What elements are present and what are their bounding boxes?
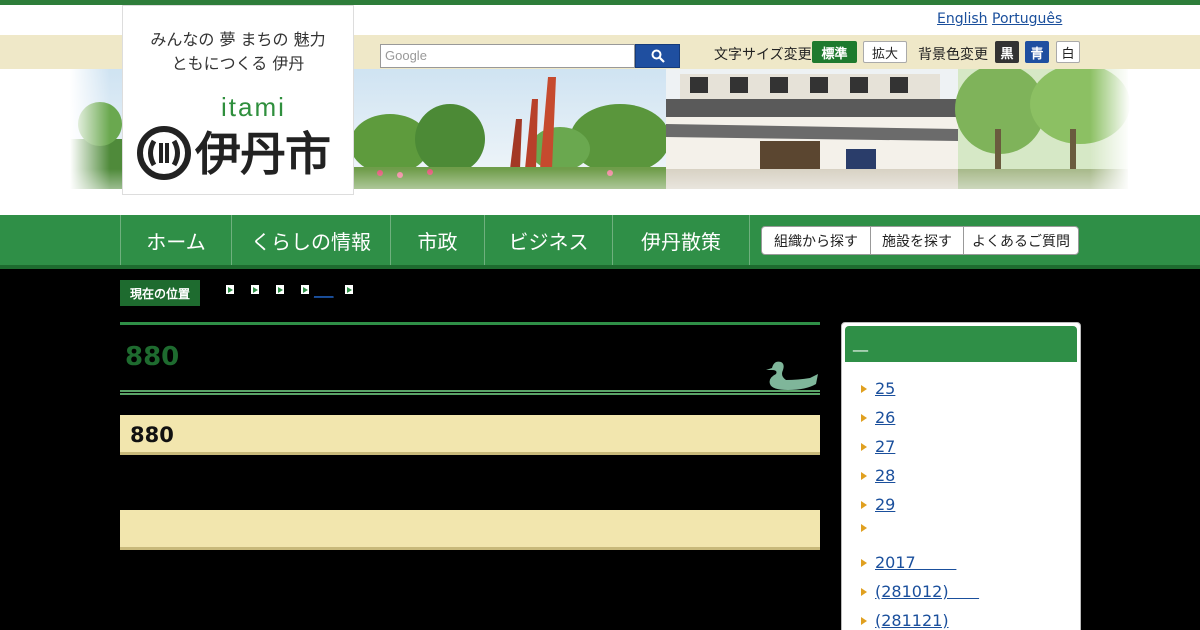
sidebar-link-label: 25: [875, 379, 896, 398]
bg-color-label: 背景色変更: [918, 47, 988, 63]
sidebar-link[interactable]: 26: [861, 408, 895, 427]
breadcrumb-current-link[interactable]: ___: [314, 284, 334, 299]
nav-home[interactable]: ホーム: [120, 215, 231, 265]
lang-english-link[interactable]: English: [937, 11, 988, 27]
triangle-bullet-icon: [861, 442, 867, 451]
sidebar-link[interactable]: (281121): [861, 611, 949, 630]
search-facilities-button[interactable]: 施設を探す: [870, 226, 964, 255]
breadcrumb-arrow-icon: [276, 285, 284, 294]
font-standard-button[interactable]: 標準: [812, 41, 857, 63]
sidebar-link-label: 2017: [875, 553, 957, 572]
sidebar-link[interactable]: [861, 524, 875, 532]
duck-icon: [766, 361, 818, 390]
slogan-line-2: ともにつくる 伊丹: [171, 54, 305, 73]
site-logo[interactable]: みんなの 夢 まちの 魅力 ともにつくる 伊丹 itami 伊丹市: [122, 5, 354, 195]
search-button[interactable]: [635, 44, 680, 68]
logo-city-name: 伊丹市: [195, 127, 331, 181]
bg-blue-button[interactable]: 青: [1025, 41, 1049, 63]
triangle-bullet-icon: [861, 471, 867, 480]
breadcrumb-arrow-icon: [226, 285, 234, 294]
search-by-organization-button[interactable]: 組織から探す: [761, 226, 871, 255]
slogan-line-1: みんなの 夢 まちの 魅力: [150, 30, 326, 49]
bg-black-button[interactable]: 黒: [995, 41, 1019, 63]
sidebar-link[interactable]: 2017: [861, 553, 956, 572]
title-top-rule: [120, 322, 820, 325]
sidebar-link[interactable]: 27: [861, 437, 895, 456]
sidebar-link[interactable]: 28: [861, 466, 895, 485]
sidebar-link-label: 26: [875, 408, 896, 427]
sidebar-link[interactable]: 29: [861, 495, 895, 514]
sidebar-link-label: 28: [875, 466, 896, 485]
nav-city-government[interactable]: 市政: [390, 215, 484, 265]
sidebar-link-label: 27: [875, 437, 896, 456]
breadcrumb-arrow-icon: [345, 285, 353, 294]
breadcrumb-label: 現在の位置: [120, 280, 200, 306]
lang-portuguese-link[interactable]: Português: [992, 11, 1062, 27]
triangle-bullet-icon: [861, 616, 867, 625]
sidebar-panel: __ 25 26 27 28 29 2017 (281012) (281121): [841, 322, 1081, 630]
sidebar-link-label: (281012): [875, 582, 980, 601]
faq-button[interactable]: よくあるご質問: [963, 226, 1079, 255]
city-emblem-icon: [137, 126, 191, 180]
sidebar-heading: __: [845, 326, 1077, 362]
font-large-button[interactable]: 拡大: [863, 41, 907, 63]
sidebar-link[interactable]: 25: [861, 379, 895, 398]
bg-white-button[interactable]: 白: [1056, 41, 1080, 63]
site-slogan: みんなの 夢 まちの 魅力 ともにつくる 伊丹: [123, 28, 353, 76]
page-title: 880: [125, 342, 180, 372]
search-icon: [651, 49, 665, 63]
sidebar-link-label: (281121): [875, 611, 949, 630]
triangle-bullet-icon: [861, 413, 867, 422]
section-heading: 880: [130, 423, 174, 447]
nav-underline: [0, 265, 1200, 269]
sidebar-link-label: 29: [875, 495, 896, 514]
triangle-bullet-icon: [861, 500, 867, 509]
triangle-bullet-icon: [861, 558, 867, 567]
triangle-bullet-icon: [861, 587, 867, 596]
nav-business[interactable]: ビジネス: [484, 215, 612, 265]
font-size-label: 文字サイズ変更: [714, 47, 812, 63]
title-bottom-rule: [120, 390, 820, 395]
section-heading-bar: 880: [120, 415, 820, 455]
nav-itami-walk[interactable]: 伊丹散策: [612, 215, 750, 265]
triangle-bullet-icon: [861, 524, 867, 532]
sidebar-link[interactable]: (281012): [861, 582, 979, 601]
breadcrumb-arrow-icon: [251, 285, 259, 294]
section-heading-bar: [120, 510, 820, 550]
breadcrumb-arrow-icon: [301, 285, 309, 294]
triangle-bullet-icon: [861, 384, 867, 393]
search-input[interactable]: Google: [380, 44, 635, 68]
nav-living-info[interactable]: くらしの情報: [231, 215, 390, 265]
